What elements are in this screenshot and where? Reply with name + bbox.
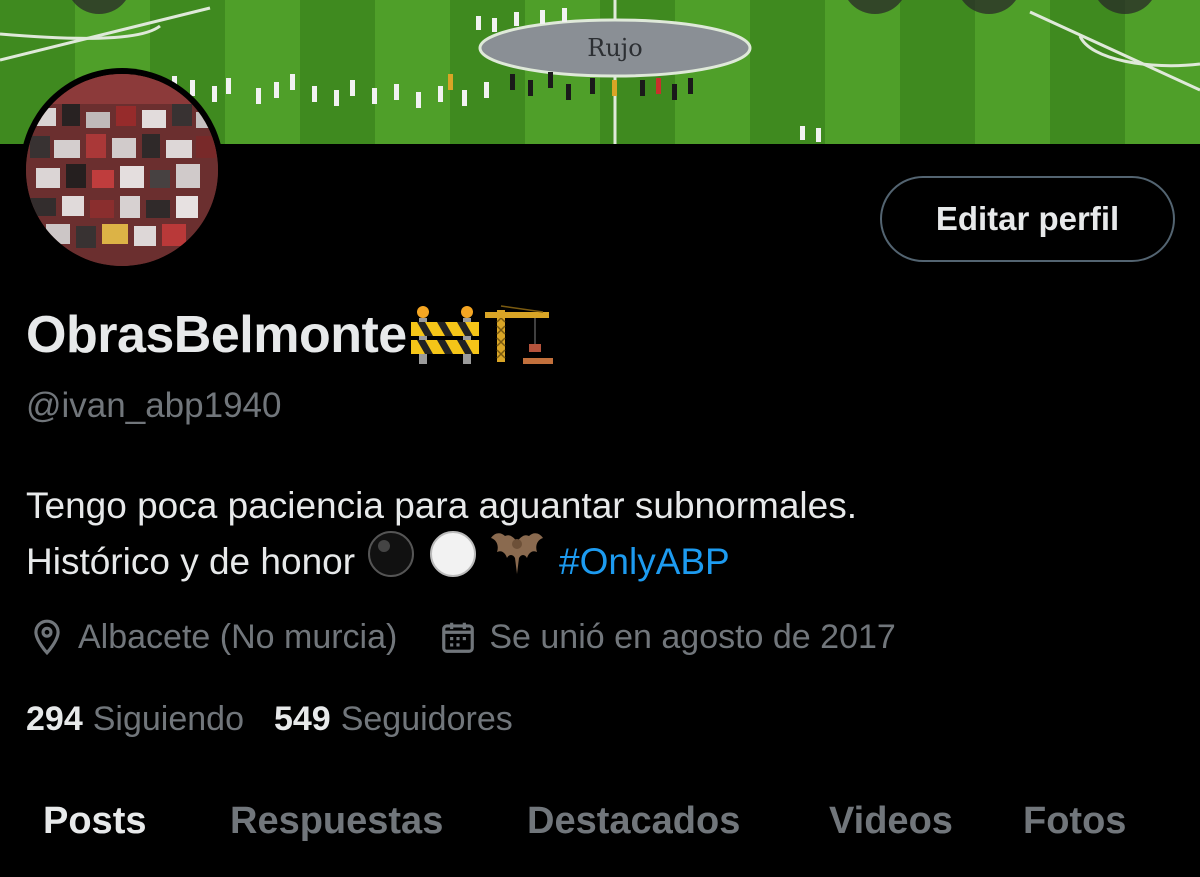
calendar-icon: [439, 618, 477, 656]
profile-page: Rujo Editar perfil ObrasBelmonte @ivan_a…: [0, 0, 1200, 877]
bio-line: Histórico y de honor #OnlyABP: [26, 531, 1176, 590]
pitch-logo-text: Rujo: [587, 34, 642, 62]
tab-destacados[interactable]: Destacados: [527, 800, 740, 843]
display-name-row: ObrasBelmonte: [26, 302, 555, 368]
following-link[interactable]: 294 Siguiendo: [26, 700, 244, 739]
join-date-item: Se unió en agosto de 2017: [439, 617, 896, 657]
crane-icon: [483, 304, 555, 366]
tab-posts[interactable]: Posts: [43, 800, 146, 843]
white-circle-icon: [427, 528, 479, 596]
user-handle: @ivan_abp1940: [26, 386, 282, 425]
edit-profile-button[interactable]: Editar perfil: [880, 176, 1175, 262]
tab-videos[interactable]: Videos: [829, 800, 953, 843]
following-count: 294: [26, 699, 83, 738]
following-label: Siguiendo: [92, 699, 244, 738]
followers-label: Seguidores: [340, 699, 513, 738]
followers-count: 549: [273, 699, 331, 738]
followers-link[interactable]: 549 Seguidores: [274, 700, 513, 739]
bio-text: Histórico y de honor: [26, 541, 356, 582]
profile-tabs: Posts Respuestas Destacados Videos Fotos: [0, 790, 1200, 877]
tab-fotos[interactable]: Fotos: [1023, 800, 1126, 843]
bio-text: Tengo poca paciencia para aguantar subno…: [26, 485, 858, 526]
profile-bio: Tengo poca paciencia para aguantar subno…: [26, 478, 1176, 590]
location-text: Albacete (No murcia): [78, 617, 398, 656]
location-pin-icon: [28, 617, 66, 657]
profile-meta: Albacete (No murcia) Se unió en agosto d…: [28, 612, 896, 662]
hashtag-link[interactable]: #OnlyABP: [559, 534, 730, 590]
black-circle-icon: [365, 528, 417, 596]
bio-line: Tengo poca paciencia para aguantar subno…: [26, 478, 1176, 534]
avatar[interactable]: [20, 68, 224, 272]
construction-barrier-icon: [409, 304, 481, 366]
location-item: Albacete (No murcia): [28, 617, 397, 657]
tab-respuestas[interactable]: Respuestas: [230, 800, 443, 843]
avatar-crowd-illustration: [26, 74, 218, 266]
display-name: ObrasBelmonte: [26, 306, 407, 364]
join-date-text: Se unió en agosto de 2017: [489, 617, 896, 656]
bat-icon: [489, 528, 545, 596]
follow-stats: 294 Siguiendo 549 Seguidores: [26, 694, 513, 744]
avatar-image: [26, 74, 218, 266]
